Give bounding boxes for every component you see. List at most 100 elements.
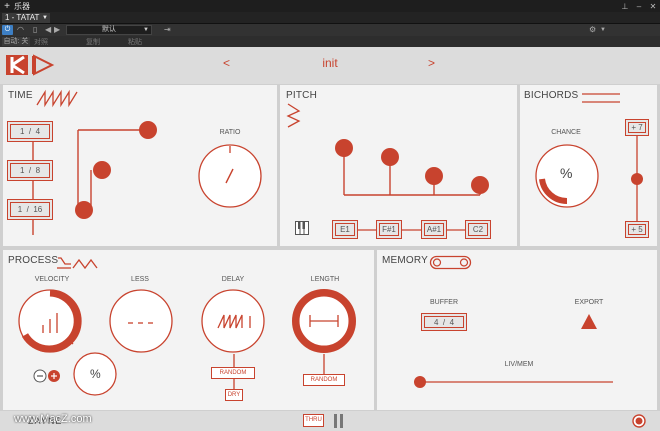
length-random-button[interactable]: RANDOM — [303, 374, 345, 386]
ratio-b: 16 — [33, 205, 43, 214]
delay-knob[interactable] — [200, 288, 266, 354]
preset-name[interactable]: init — [300, 56, 360, 70]
less-knob[interactable] — [108, 288, 174, 354]
livmem-slider[interactable] — [413, 375, 615, 389]
copy-button[interactable]: 复制 — [86, 37, 100, 47]
next-preset-icon[interactable]: ▶ — [54, 25, 60, 35]
bichords-title: BICHORDS — [524, 90, 579, 101]
file-icon[interactable]: ▯ — [33, 25, 37, 35]
sidechain-icon[interactable]: ⇥ — [164, 25, 171, 35]
ratio-a: 1 — [19, 127, 25, 136]
velocity-minus-plus[interactable] — [33, 369, 67, 383]
process-envelope-icon — [57, 257, 98, 270]
length-random-label: RANDOM — [310, 377, 338, 383]
note-button-1[interactable]: E1 — [332, 220, 358, 239]
next-preset-button[interactable]: > — [428, 56, 435, 70]
time-node-2[interactable] — [93, 161, 111, 179]
export-label: EXPORT — [574, 299, 604, 306]
pitch-node-1[interactable] — [335, 139, 353, 157]
minimize-icon[interactable]: – — [632, 2, 646, 11]
delay-random-label: RANDOM — [219, 370, 247, 376]
auto-button[interactable]: 自动: 关 — [2, 37, 30, 46]
pitch-node-3[interactable] — [425, 167, 443, 185]
monitor-icon[interactable]: ◠ — [17, 25, 24, 35]
pin-icon[interactable]: ⊥ — [618, 2, 632, 11]
chevron-down-icon: ▼ — [42, 15, 48, 21]
memory-panel: MEMORY BUFFER 4 / 4 EXPORT LIV/MEM — [377, 250, 657, 410]
time-node-1[interactable] — [139, 121, 157, 139]
piano-keys-icon[interactable] — [295, 221, 309, 235]
add-icon[interactable]: + — [0, 1, 14, 12]
ratio-button-1-8[interactable]: 1 / 8 — [7, 160, 53, 181]
velocity-random-symbol: % — [90, 367, 101, 381]
pitch-node-4[interactable] — [471, 176, 489, 194]
plugin-window: < init > TIME 1 / 4 1 / 8 1 / 16 RATIO P… — [0, 47, 660, 431]
preset-dropdown[interactable]: 默认 ▼ — [66, 25, 152, 35]
delay-dry-button[interactable]: DRY — [225, 389, 243, 401]
ratio-button-1-4[interactable]: 1 / 4 — [7, 121, 53, 142]
note-label: E1 — [340, 225, 350, 234]
window-title: 乐器 — [14, 1, 30, 11]
time-panel: TIME 1 / 4 1 / 8 1 / 16 RATIO — [3, 85, 277, 246]
process-title: PROCESS — [8, 255, 59, 266]
pitch-node-2[interactable] — [381, 148, 399, 166]
livmem-label: LIV/MEM — [504, 361, 534, 368]
bichords-panel: BICHORDS CHANCE % + 7 + 5 — [520, 85, 657, 246]
buffer-b: 4 — [449, 317, 455, 327]
note-button-2[interactable]: F#1 — [376, 220, 402, 239]
ratio-label: RATIO — [219, 129, 241, 136]
interval-slider[interactable] — [630, 136, 644, 222]
delay-random-button[interactable]: RANDOM — [211, 367, 255, 379]
lower-interval-label: + 5 — [631, 225, 643, 234]
ratio-knob[interactable] — [197, 143, 263, 209]
note-label: F#1 — [382, 225, 396, 234]
compare-button[interactable]: 对照 — [34, 37, 48, 47]
note-label: A#1 — [426, 225, 442, 234]
track-bar: 1 - TATAT ▼ — [0, 12, 660, 24]
pause-icon[interactable] — [334, 414, 344, 428]
ratio-button-1-16[interactable]: 1 / 16 — [7, 199, 53, 220]
upper-interval-label: + 7 — [631, 123, 643, 132]
buffer-a: 4 — [433, 317, 439, 327]
ratio-a: 1 — [19, 166, 25, 175]
thru-button[interactable]: THRU — [303, 414, 324, 427]
chevron-down-icon[interactable]: ▼ — [600, 25, 606, 35]
prev-preset-icon[interactable]: ◀ — [45, 25, 51, 35]
thru-label: THRU — [305, 417, 322, 423]
note-label: C2 — [472, 225, 484, 234]
note-button-3[interactable]: A#1 — [421, 220, 447, 239]
time-node-3[interactable] — [75, 201, 93, 219]
note-button-4[interactable]: C2 — [465, 220, 491, 239]
delay-dry-label: DRY — [227, 392, 241, 398]
length-label: LENGTH — [310, 276, 340, 283]
export-triangle-icon[interactable] — [581, 314, 597, 329]
buffer-label: BUFFER — [430, 299, 458, 306]
ratio-b: 8 — [35, 166, 41, 175]
memory-tape-icon — [429, 255, 472, 270]
velocity-knob[interactable] — [17, 288, 83, 354]
prev-preset-button[interactable]: < — [223, 56, 230, 70]
gear-icon[interactable]: ⚙ — [589, 25, 596, 35]
bichords-lines-icon — [582, 93, 620, 103]
track-name: 1 - TATAT — [5, 13, 40, 22]
lower-interval-button[interactable]: + 5 — [625, 221, 649, 238]
buffer-button[interactable]: 4 / 4 — [421, 313, 467, 331]
length-knob[interactable] — [291, 288, 357, 354]
close-icon[interactable]: ✕ — [646, 2, 660, 11]
watermark-text: www.MacZ.com — [14, 413, 92, 425]
ratio-a: 1 — [17, 205, 23, 214]
record-icon[interactable] — [632, 414, 646, 428]
chance-label: CHANCE — [551, 129, 581, 136]
host-subrow: 自动: 关 对照 复制 粘贴 — [0, 36, 660, 47]
paste-button[interactable]: 粘贴 — [128, 37, 142, 47]
plugin-logo — [6, 54, 55, 76]
chance-symbol: % — [560, 165, 573, 181]
power-button[interactable]: ⏻ — [2, 25, 13, 35]
ratio-b: 4 — [35, 127, 41, 136]
process-panel: PROCESS VELOCITY % LESS DELAY RANDOM DRY… — [3, 250, 374, 410]
less-label: LESS — [131, 276, 149, 283]
track-selector[interactable]: 1 - TATAT ▼ — [2, 13, 50, 23]
upper-interval-button[interactable]: + 7 — [625, 119, 649, 136]
length-connector — [323, 354, 325, 374]
host-titlebar: + 乐器 ⊥ – ✕ — [0, 0, 660, 12]
